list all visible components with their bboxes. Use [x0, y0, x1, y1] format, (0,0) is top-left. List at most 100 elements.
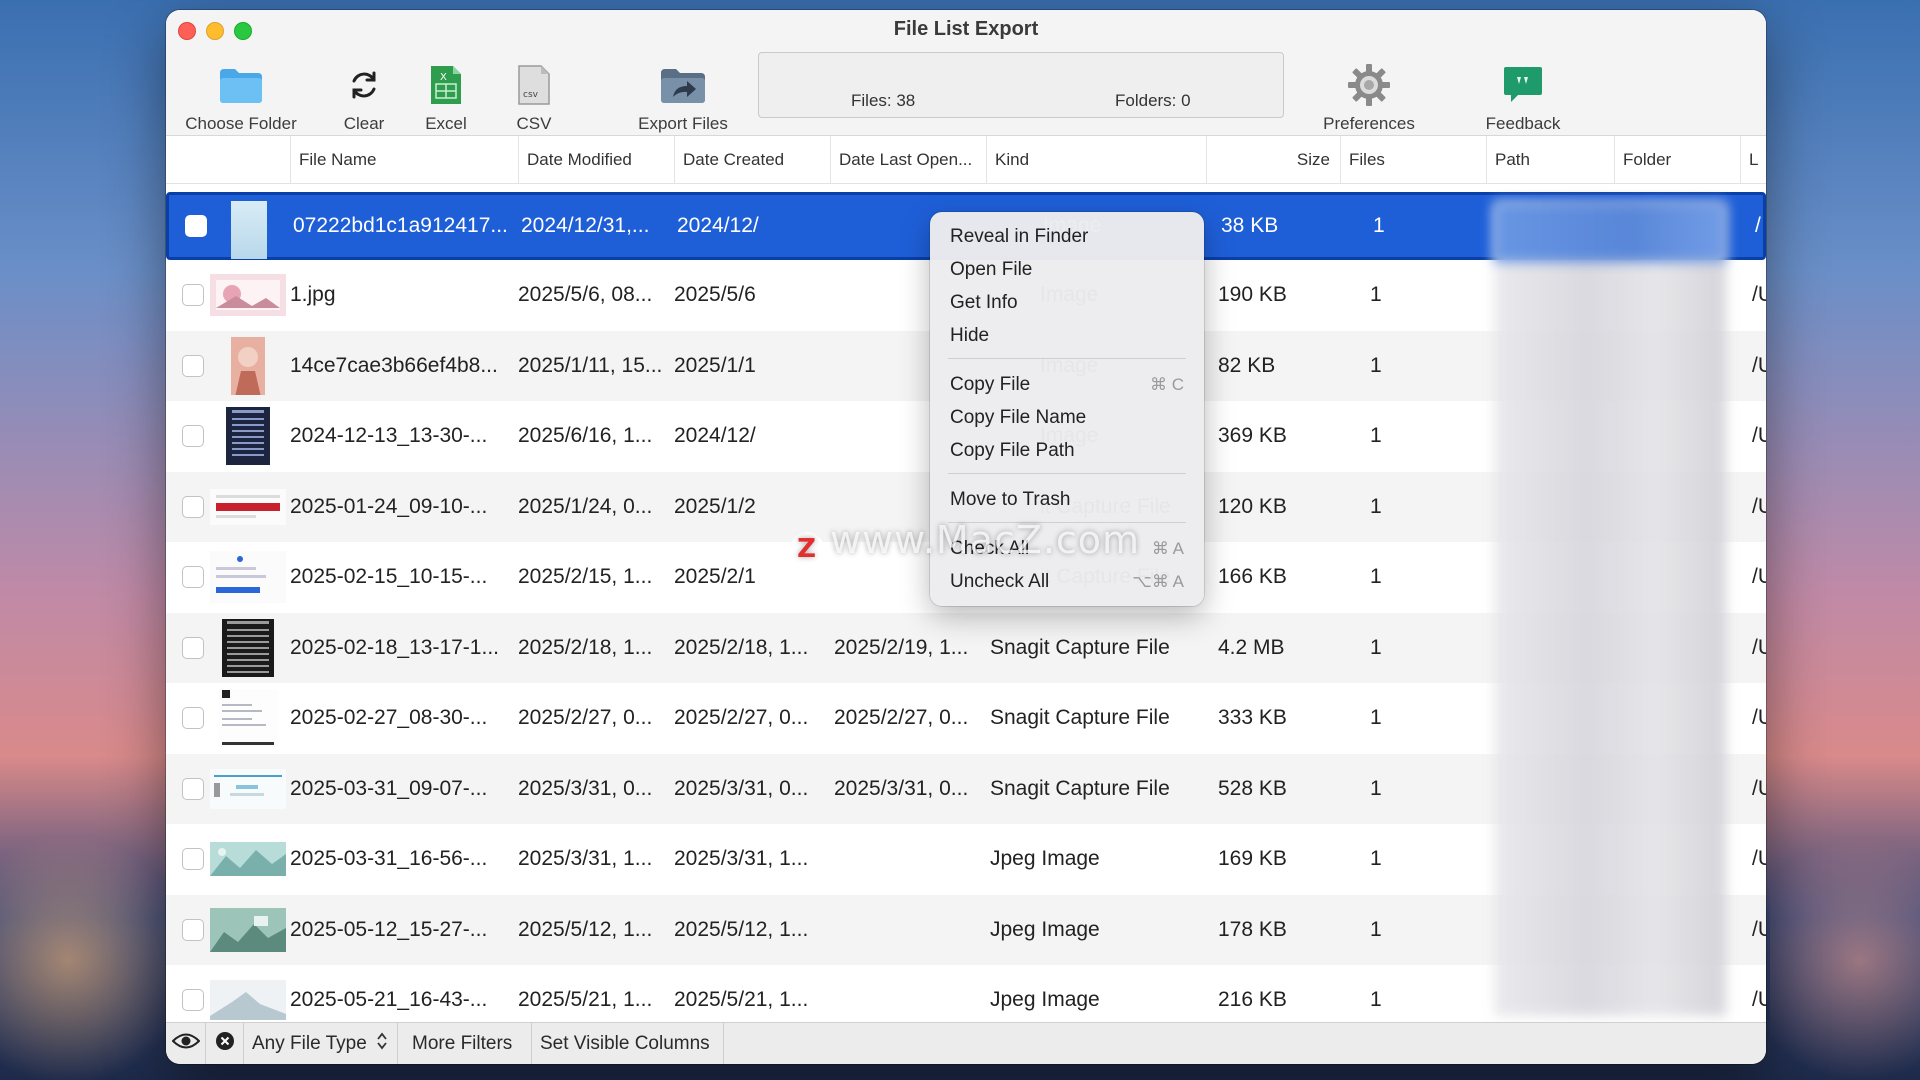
thumbnail-column-header[interactable]: [208, 136, 264, 184]
close-circle-icon: [215, 1031, 235, 1057]
path-tail: /: [1755, 214, 1761, 237]
path-tail: /U: [1752, 283, 1766, 307]
clear-button[interactable]: Clear: [324, 60, 404, 134]
row-checkbox[interactable]: [182, 707, 204, 730]
chevron-updown-icon: [377, 1032, 387, 1056]
file-count: 1: [1370, 917, 1382, 941]
date-modified: 2025/2/27, 0...: [518, 706, 653, 730]
file-name: 2025-03-31_09-07-...: [290, 776, 488, 800]
row-checkbox[interactable]: [182, 989, 204, 1012]
file-thumbnail: [210, 760, 286, 818]
row-checkbox[interactable]: [182, 636, 204, 659]
date-created: 2024/12/: [677, 214, 759, 237]
excel-icon: X: [410, 60, 482, 110]
shortcut-label: ⌘ A: [1151, 539, 1184, 558]
menu-item-copy-file[interactable]: Copy File ⌘ C: [930, 368, 1204, 401]
more-filters-button[interactable]: More Filters: [398, 1023, 532, 1064]
file-count: 1: [1370, 847, 1382, 871]
file-name: 2025-03-31_16-56-...: [290, 847, 488, 871]
menu-item-get-info[interactable]: Get Info: [930, 286, 1204, 319]
row-checkbox[interactable]: [182, 495, 204, 518]
excel-export-button[interactable]: X Excel: [410, 60, 482, 134]
row-checkbox[interactable]: [182, 284, 204, 307]
file-kind: Snagit Capture File: [990, 776, 1170, 800]
clear-filter-button[interactable]: [206, 1023, 244, 1064]
file-size: 369 KB: [1218, 424, 1287, 448]
column-header-date-created[interactable]: Date Created: [674, 136, 830, 184]
choose-folder-button[interactable]: Choose Folder: [180, 60, 302, 134]
path-tail: /U: [1752, 917, 1766, 941]
file-name: 2025-05-21_16-43-...: [290, 988, 488, 1012]
column-header-l[interactable]: L: [1740, 136, 1766, 184]
file-name: 2025-01-24_09-10-...: [290, 494, 488, 518]
date-modified: 2025/1/24, 0...: [518, 494, 653, 518]
row-checkbox[interactable]: [182, 566, 204, 589]
preferences-button[interactable]: Preferences: [1306, 60, 1432, 134]
toggle-preview-button[interactable]: [166, 1023, 206, 1064]
date-modified: 2025/5/12, 1...: [518, 917, 653, 941]
file-thumbnail: [210, 266, 286, 324]
file-size: 169 KB: [1218, 847, 1287, 871]
file-thumbnail: [210, 336, 286, 395]
menu-item-uncheck-all[interactable]: Uncheck All ⌥⌘ A: [930, 565, 1204, 598]
file-thumbnail: [210, 971, 286, 1029]
file-type-select[interactable]: Any File Type: [244, 1023, 398, 1064]
file-thumbnail: [210, 478, 286, 536]
column-header-path[interactable]: Path: [1486, 136, 1614, 184]
date-modified: 2025/5/6, 08...: [518, 283, 653, 307]
date-last-opened: 2025/2/27, 0...: [834, 706, 969, 730]
export-files-button[interactable]: Export Files: [618, 60, 748, 134]
file-thumbnail: [231, 201, 267, 259]
file-name: 2025-02-15_10-15-...: [290, 565, 488, 589]
date-created: 2025/3/31, 1...: [674, 847, 809, 871]
column-header-folder[interactable]: Folder: [1614, 136, 1740, 184]
desktop-glow-right: [1770, 780, 1920, 1080]
row-checkbox[interactable]: [182, 354, 204, 377]
date-last-opened: 2025/2/19, 1...: [834, 635, 969, 659]
path-tail: /U: [1752, 635, 1766, 659]
column-header-date-modified[interactable]: Date Modified: [518, 136, 674, 184]
row-checkbox[interactable]: [182, 848, 204, 871]
file-count: 1: [1370, 635, 1382, 659]
file-name: 2025-05-12_15-27-...: [290, 917, 488, 941]
row-checkbox[interactable]: [182, 777, 204, 800]
file-name: 14ce7cae3b66ef4b8...: [290, 353, 498, 377]
row-checkbox[interactable]: [182, 425, 204, 448]
column-header-files[interactable]: Files: [1340, 136, 1462, 184]
menu-separator: [948, 358, 1186, 359]
menu-separator: [948, 473, 1186, 474]
row-checkbox[interactable]: [185, 215, 207, 237]
column-header-file-name[interactable]: File Name: [290, 136, 534, 184]
column-header-size[interactable]: Size: [1206, 136, 1340, 184]
file-size: 82 KB: [1218, 353, 1276, 377]
column-header-date-last-opened[interactable]: Date Last Open...: [830, 136, 986, 184]
file-count: 1: [1370, 283, 1382, 307]
shortcut-label: ⌘ C: [1150, 375, 1184, 394]
menu-item-open-file[interactable]: Open File: [930, 253, 1204, 286]
date-modified: 2025/2/18, 1...: [518, 635, 653, 659]
row-checkbox[interactable]: [182, 918, 204, 941]
menu-item-copy-file-path[interactable]: Copy File Path: [930, 434, 1204, 467]
file-kind: Jpeg Image: [990, 917, 1100, 941]
file-count: 1: [1370, 776, 1382, 800]
menu-item-reveal-in-finder[interactable]: Reveal in Finder: [930, 220, 1204, 253]
svg-text:X: X: [440, 72, 447, 83]
file-count: 1: [1370, 353, 1382, 377]
file-thumbnail: [210, 830, 286, 888]
file-thumbnail: [210, 689, 286, 747]
file-count: 1: [1370, 565, 1382, 589]
menu-item-hide[interactable]: Hide: [930, 319, 1204, 352]
feedback-button[interactable]: Feedback: [1464, 60, 1582, 134]
file-count: 1: [1370, 706, 1382, 730]
date-created: 2025/2/18, 1...: [674, 635, 809, 659]
menu-item-copy-file-name[interactable]: Copy File Name: [930, 401, 1204, 434]
path-tail: /U: [1752, 706, 1766, 730]
menu-item-move-to-trash[interactable]: Move to Trash: [930, 483, 1204, 516]
column-header-kind[interactable]: Kind: [986, 136, 1206, 184]
file-kind: Jpeg Image: [990, 988, 1100, 1012]
chat-bubble-icon: [1464, 60, 1582, 110]
desktop-glow-left: [0, 780, 170, 1080]
csv-export-button[interactable]: csv CSV: [498, 60, 570, 134]
set-visible-columns-button[interactable]: Set Visible Columns: [532, 1023, 724, 1064]
path-folder-redaction: [1494, 202, 1726, 1016]
